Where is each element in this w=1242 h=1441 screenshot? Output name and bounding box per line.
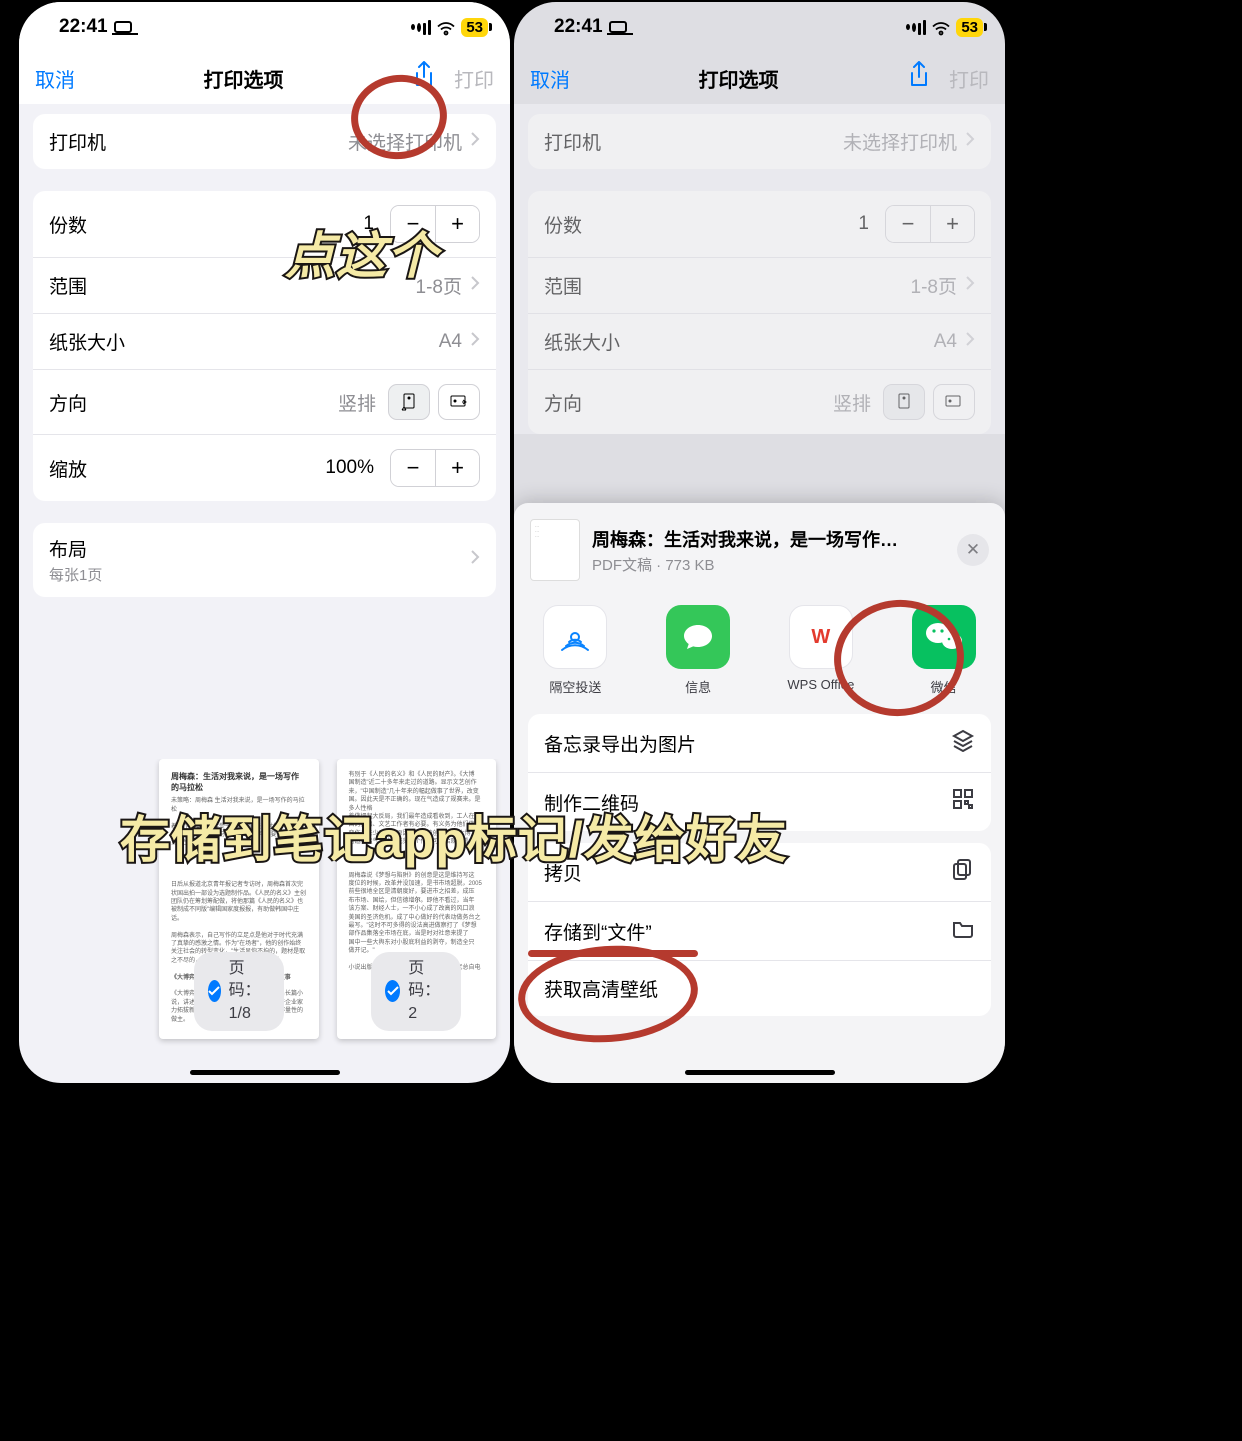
copies-row: 份数 1 −+ [528,191,991,257]
wechat-icon [912,605,976,669]
chevron-right-icon [965,331,975,353]
scale-minus-button[interactable]: − [391,450,435,486]
orientation-landscape-button [933,384,975,420]
chevron-right-icon [470,549,480,571]
printer-row: 打印机 未选择打印机 [528,114,991,169]
printer-label: 打印机 [49,128,106,155]
page-indicator-pill[interactable]: 页码：1/8 [194,952,284,1031]
print-button[interactable]: 打印 [949,64,989,93]
orientation-portrait-button [883,384,925,420]
annotation-underline-copy [528,950,698,957]
layout-row[interactable]: 布局 每张1页 [33,523,496,597]
chevron-right-icon [965,131,975,153]
copy-icon [951,857,975,887]
phone-right: 22:41 53 取消 打印选项 打印 打印机 未选择打印机 [512,0,1007,1085]
share-sheet[interactable]: ········· 周梅森：生活对我来说，是一场写作… PDF文稿 · 773 … [514,503,1005,1083]
scale-plus-button[interactable]: + [435,450,479,486]
status-bar: 22:41 53 [19,2,510,52]
chevron-right-icon [470,131,480,153]
orientation-row: 方向 竖排 [528,369,991,434]
cancel-button[interactable]: 取消 [35,64,75,93]
cancel-button[interactable]: 取消 [530,64,570,93]
print-options-sheet: 打印机 未选择打印机 份数 1 − + 范围 1-8页 纸张大小 [19,104,510,597]
check-icon [208,980,221,1002]
qrcode-icon [951,787,975,817]
status-time: 22:41 [59,16,108,38]
share-apps-row: 隔空投送 信息 W WPS Office 微信 [514,597,1005,714]
copies-minus-button: − [886,206,930,242]
scale-value: 100% [290,457,380,479]
share-doc-subtitle: PDF文稿 · 773 KB [592,554,945,575]
printer-row[interactable]: 打印机 未选择打印机 [33,114,496,169]
status-time: 22:41 [554,16,603,38]
folder-icon [951,916,975,946]
nav-title: 打印选项 [204,64,284,93]
paper-row[interactable]: 纸张大小 A4 [33,313,496,369]
layers-icon [951,728,975,758]
close-button[interactable]: ✕ [957,534,989,566]
battery-icon: 53 [461,18,488,37]
chevron-right-icon [470,275,480,297]
sleep-icon [114,21,132,33]
airdrop-icon [543,605,607,669]
orientation-portrait-button[interactable] [388,384,430,420]
nav-bar: 取消 打印选项 打印 [514,52,1005,104]
orientation-row: 方向 竖排 [33,369,496,434]
orientation-landscape-button[interactable] [438,384,480,420]
share-app-wechat[interactable]: 微信 [894,605,994,696]
share-app-airdrop[interactable]: 隔空投送 [525,605,625,696]
action-wallpaper[interactable]: 获取高清壁纸 [528,960,991,1016]
wifi-icon [437,20,455,34]
sleep-icon [609,21,627,33]
print-button[interactable]: 打印 [454,64,494,93]
status-bar: 22:41 53 [514,2,1005,52]
nav-title: 打印选项 [699,64,779,93]
annotation-tap-this: 点这个 [285,216,438,288]
cellular-icon [906,20,926,35]
battery-icon: 53 [956,18,983,37]
page-indicator-pill[interactable]: 页码：2 [371,952,461,1031]
share-icon[interactable] [412,61,436,95]
check-icon [385,980,400,1002]
annotation-banner: 存储到笔记app标记/发给好友 [120,800,788,872]
paper-row: 纸张大小 A4 [528,313,991,369]
wps-icon: W [789,605,853,669]
messages-icon [666,605,730,669]
share-sheet-header: ········· 周梅森：生活对我来说，是一场写作… PDF文稿 · 773 … [514,503,1005,597]
share-icon[interactable] [907,61,931,95]
nav-bar: 取消 打印选项 打印 [19,52,510,104]
range-row: 范围 1-8页 [528,257,991,313]
document-thumbnail-icon: ········· [530,519,580,581]
copies-plus-button[interactable]: + [435,206,479,242]
cellular-icon [411,20,431,35]
wifi-icon [932,20,950,34]
home-indicator[interactable] [190,1070,340,1075]
print-options-sheet-dimmed: 打印机 未选择打印机 份数 1 −+ 范围 1-8页 纸张大小 A4 方向 [514,104,1005,434]
share-doc-title: 周梅森：生活对我来说，是一场写作… [592,526,945,552]
share-app-messages[interactable]: 信息 [648,605,748,696]
phone-left: 22:41 53 取消 打印选项 打印 打印机 未选择打印机 [17,0,512,1085]
home-indicator[interactable] [685,1070,835,1075]
scale-row: 缩放 100% − + [33,434,496,501]
action-memo-export[interactable]: 备忘录导出为图片 [528,714,991,772]
chevron-right-icon [470,331,480,353]
share-app-wps[interactable]: W WPS Office [771,605,871,696]
copies-plus-button: + [930,206,974,242]
chevron-right-icon [965,275,975,297]
